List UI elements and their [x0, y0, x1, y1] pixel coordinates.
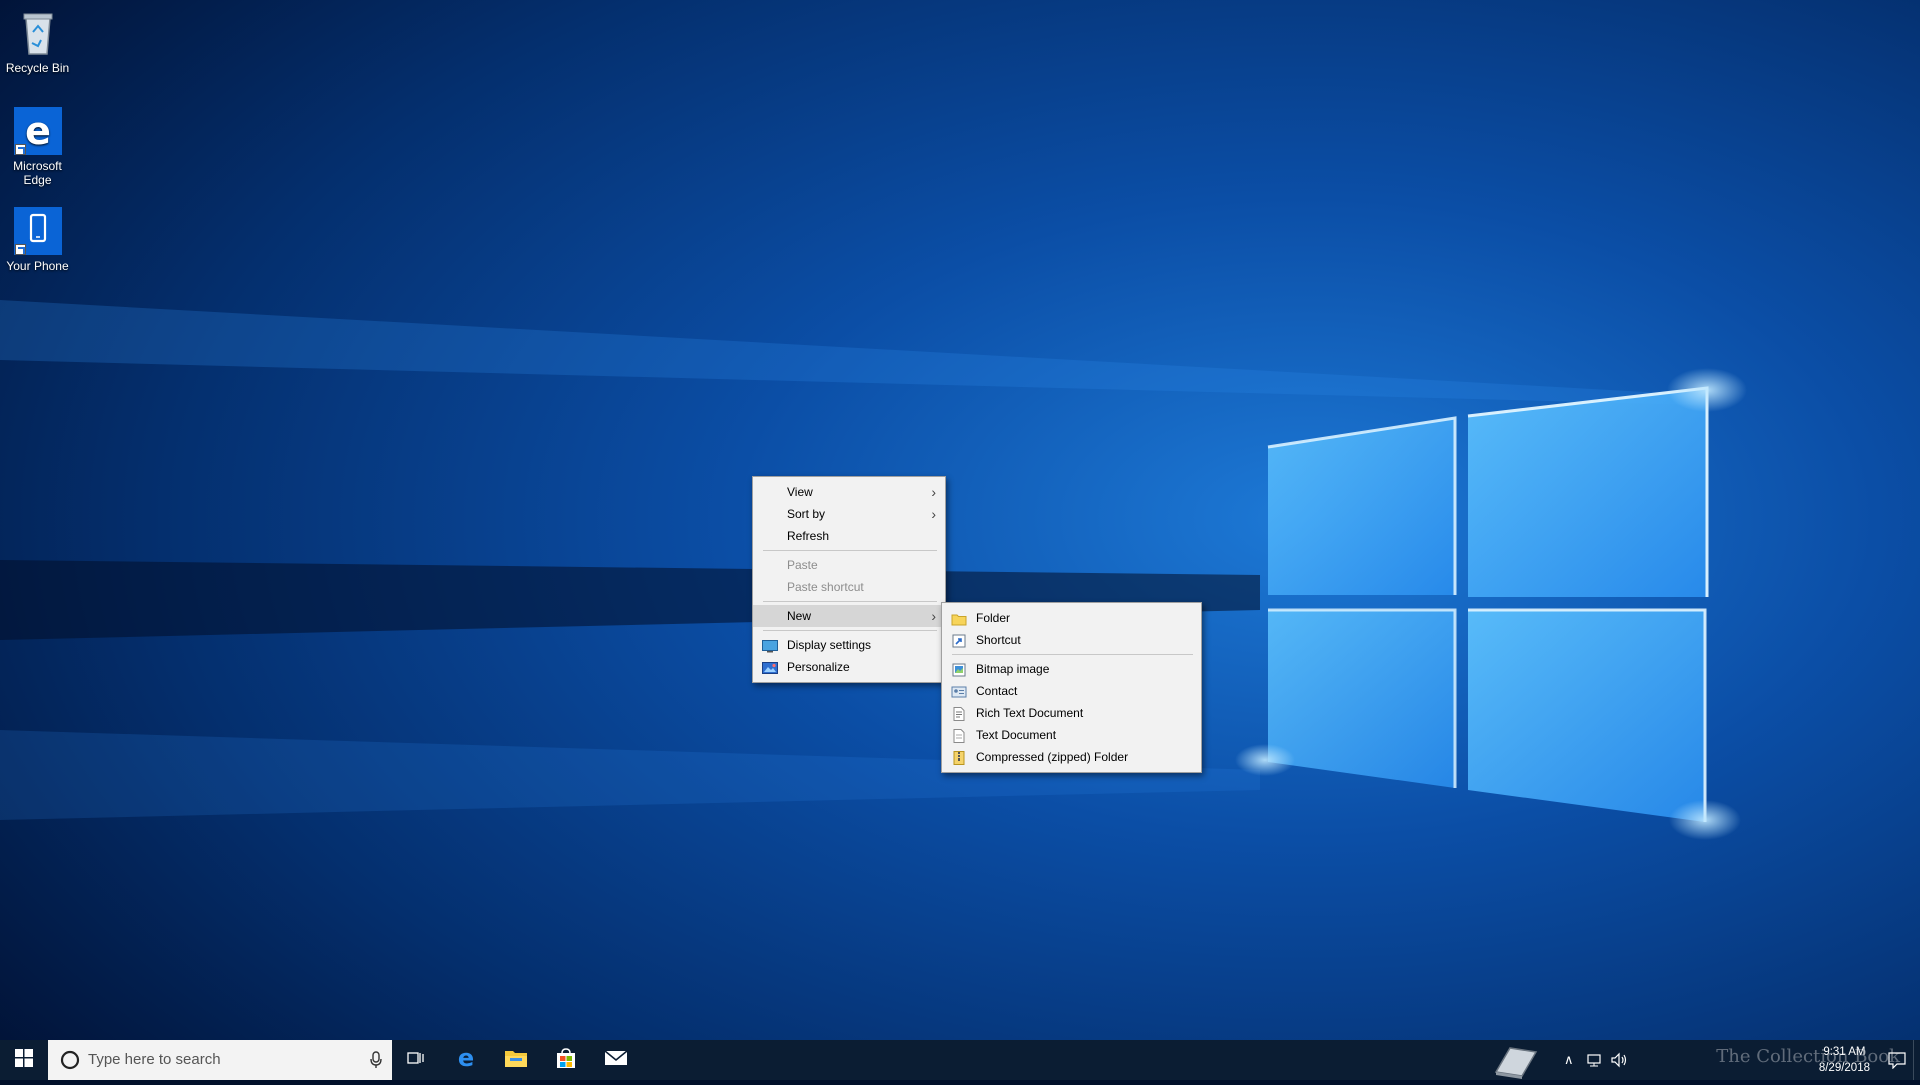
watermark-text: The Collection Book — [1716, 1046, 1900, 1067]
book-logo-icon — [1490, 1042, 1542, 1085]
menu-item-paste: Paste — [753, 554, 945, 576]
svg-text:e: e — [25, 109, 51, 153]
search-placeholder: Type here to search — [88, 1051, 221, 1068]
menu-item-label: Sort by — [787, 507, 826, 521]
chevron-right-icon: › — [931, 608, 936, 624]
menu-item-label: Contact — [976, 684, 1018, 698]
submenu-item-bitmap-image[interactable]: Bitmap image — [942, 658, 1201, 680]
menu-item-label: View — [787, 485, 813, 499]
system-tray: The Collection Book ∧ 9:31 AM 8/29/2018 — [1490, 1040, 1920, 1080]
new-submenu: Folder Shortcut Bitmap image Contact Ric… — [941, 602, 1202, 773]
menu-item-label: Refresh — [787, 529, 830, 543]
edge-icon: e — [12, 106, 64, 156]
chevron-up-icon[interactable]: ∧ — [1564, 1052, 1574, 1068]
contact-icon — [951, 684, 967, 698]
submenu-item-shortcut[interactable]: Shortcut — [942, 629, 1201, 651]
windows-logo-icon — [15, 1048, 33, 1072]
taskbar-store-button[interactable] — [542, 1040, 590, 1080]
menu-item-label: New — [787, 609, 812, 623]
menu-item-label: Display settings — [787, 638, 872, 652]
menu-item-label: Paste — [787, 558, 818, 572]
folder-icon — [951, 611, 967, 626]
taskbar: Type here to search e The Collection Boo… — [0, 1040, 1920, 1080]
submenu-item-rich-text-document[interactable]: Rich Text Document — [942, 702, 1201, 724]
desktop-icon-label: Your Phone — [6, 259, 69, 273]
menu-item-label: Paste shortcut — [787, 580, 864, 594]
clock-date: 8/29/2018 — [1818, 1062, 1870, 1074]
mail-icon — [604, 1049, 628, 1072]
menu-item-view[interactable]: View › — [753, 481, 945, 503]
submenu-item-compressed-folder[interactable]: Compressed (zipped) Folder — [942, 746, 1201, 768]
desktop-context-menu: View › Sort by › Refresh Paste Paste sho… — [752, 476, 946, 683]
display-settings-icon — [762, 638, 778, 653]
desktop-icon-edge[interactable]: e Microsoft Edge — [2, 106, 73, 187]
task-view-button[interactable] — [392, 1040, 440, 1080]
menu-item-new[interactable]: New › — [753, 605, 945, 627]
menu-item-label: Shortcut — [976, 633, 1021, 647]
chevron-right-icon: › — [931, 506, 936, 522]
cortana-icon — [60, 1050, 80, 1074]
taskbar-clock[interactable]: 9:31 AM 8/29/2018 — [1819, 1044, 1870, 1076]
start-button[interactable] — [0, 1040, 48, 1080]
file-explorer-icon — [504, 1048, 528, 1073]
menu-item-label: Personalize — [787, 660, 850, 674]
submenu-item-text-document[interactable]: Text Document — [942, 724, 1201, 746]
menu-item-label: Rich Text Document — [976, 706, 1084, 720]
edge-icon: e — [454, 1044, 478, 1075]
menu-separator — [763, 630, 937, 631]
desktop-icon-label: Recycle Bin — [5, 61, 70, 75]
bitmap-icon — [951, 662, 967, 677]
chevron-right-icon: › — [931, 484, 936, 500]
shortcut-overlay-icon — [14, 144, 26, 155]
store-icon — [555, 1047, 577, 1074]
shortcut-icon — [951, 633, 967, 648]
taskbar-edge-button[interactable]: e — [442, 1040, 490, 1080]
rich-text-icon — [951, 706, 967, 721]
recycle-bin-icon — [12, 8, 64, 58]
desktop-icon-label: Microsoft Edge — [13, 159, 62, 187]
submenu-item-folder[interactable]: Folder — [942, 607, 1201, 629]
action-center-icon[interactable] — [1888, 1051, 1906, 1074]
clock-time: 9:31 AM — [1823, 1046, 1866, 1058]
menu-item-label: Folder — [976, 611, 1011, 625]
taskbar-file-explorer-button[interactable] — [492, 1040, 540, 1080]
menu-separator — [763, 601, 937, 602]
phone-icon — [12, 206, 64, 256]
menu-separator — [952, 654, 1193, 655]
shortcut-overlay-icon — [14, 244, 26, 255]
network-icon[interactable] — [1586, 1052, 1602, 1073]
desktop-icon-your-phone[interactable]: Your Phone — [2, 206, 73, 273]
menu-separator — [763, 550, 937, 551]
menu-item-label: Bitmap image — [976, 662, 1050, 676]
text-document-icon — [951, 728, 967, 743]
personalize-icon — [762, 660, 778, 674]
taskbar-search-box[interactable]: Type here to search — [48, 1040, 392, 1080]
submenu-item-contact[interactable]: Contact — [942, 680, 1201, 702]
menu-item-label: Text Document — [976, 728, 1057, 742]
desktop-icon-recycle-bin[interactable]: Recycle Bin — [2, 8, 73, 75]
task-view-icon — [407, 1050, 425, 1071]
zip-folder-icon — [951, 750, 967, 765]
menu-item-refresh[interactable]: Refresh — [753, 525, 945, 547]
menu-item-label: Compressed (zipped) Folder — [976, 750, 1129, 764]
menu-item-personalize[interactable]: Personalize — [753, 656, 945, 678]
desktop-wallpaper — [0, 0, 1920, 1080]
volume-icon[interactable] — [1610, 1052, 1628, 1073]
menu-item-paste-shortcut: Paste shortcut — [753, 576, 945, 598]
svg-text:e: e — [458, 1046, 474, 1070]
taskbar-mail-button[interactable] — [592, 1040, 640, 1080]
show-desktop-button[interactable] — [1913, 1040, 1918, 1080]
microphone-icon[interactable] — [370, 1051, 382, 1073]
menu-item-display-settings[interactable]: Display settings — [753, 634, 945, 656]
menu-item-sort-by[interactable]: Sort by › — [753, 503, 945, 525]
